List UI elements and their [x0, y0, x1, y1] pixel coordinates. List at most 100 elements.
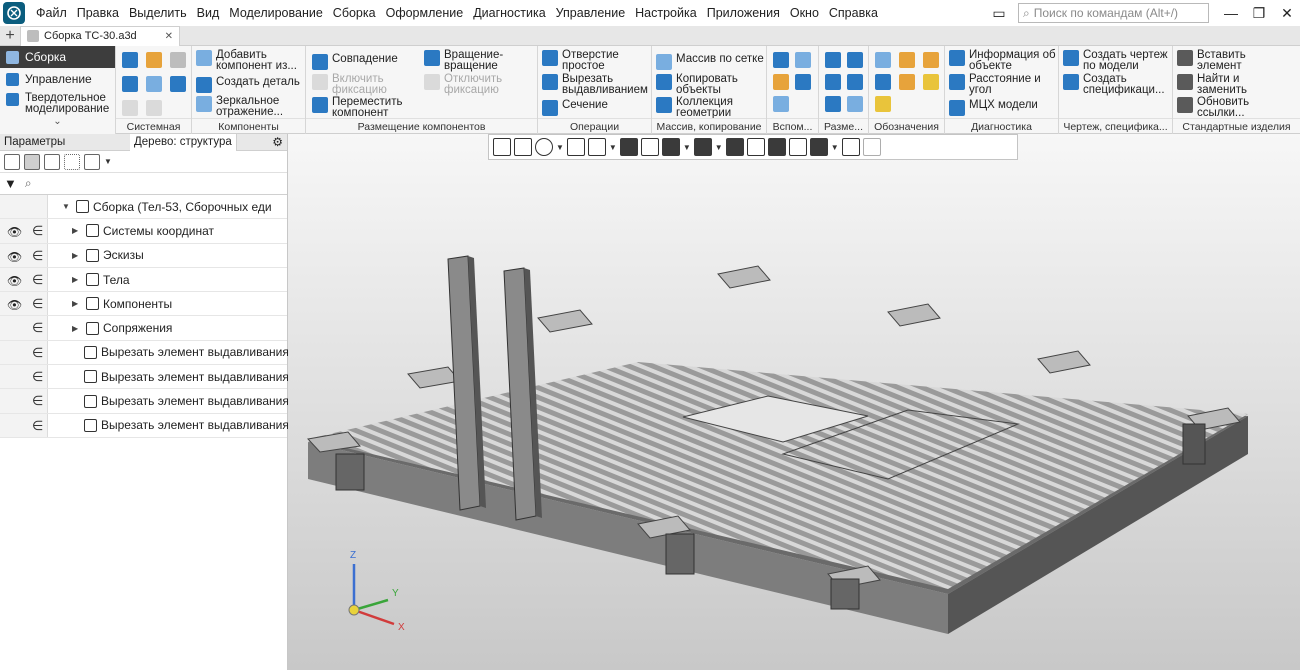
tree-node[interactable]: ▶ Тела	[72, 273, 130, 287]
expand-arrow-icon[interactable]: ▶	[72, 324, 82, 333]
filter-icon[interactable]: ▼	[4, 176, 17, 191]
position-icon[interactable]	[923, 74, 939, 90]
cut-extrude-button[interactable]: Вырезать выдавливанием	[542, 73, 652, 96]
mirror-button[interactable]: Зеркальное отражение...	[196, 95, 304, 118]
menu-item[interactable]: Приложения	[702, 6, 785, 20]
tree-row[interactable]: ∈ Вырезать элемент выдавливания 2	[0, 365, 299, 390]
include-icon[interactable]: ∈	[32, 393, 43, 409]
base-icon[interactable]	[923, 52, 939, 68]
leader-icon[interactable]	[899, 52, 915, 68]
object-info-button[interactable]: Информация об объекте	[949, 49, 1061, 72]
new-tab-button[interactable]: +	[0, 27, 20, 45]
tree-row[interactable]: 👁 ∈ ▶ Системы координат	[0, 219, 287, 244]
include-icon[interactable]: ∈	[32, 248, 43, 264]
diameter-dim-icon[interactable]	[847, 74, 863, 90]
include-icon[interactable]: ∈	[32, 223, 43, 239]
components-view-icon[interactable]	[44, 153, 60, 170]
menu-item[interactable]: Файл	[31, 6, 72, 20]
include-icon[interactable]: ∈	[32, 320, 43, 336]
expand-arrow-icon[interactable]: ▶	[72, 275, 82, 284]
tree-node[interactable]: Вырезать элемент выдавливания 4	[84, 418, 299, 432]
aux-plane-icon[interactable]	[773, 52, 789, 68]
tree-node[interactable]: Вырезать элемент выдавливания 2	[84, 370, 299, 384]
tree-root-row[interactable]: ▼ Сборка (Тел-53, Сборочных еди	[0, 195, 287, 220]
tree-node[interactable]: ▶ Эскизы	[72, 248, 144, 262]
restore-button[interactable]: ❐	[1248, 2, 1270, 24]
select-view-icon[interactable]	[64, 153, 80, 170]
panel-toggle-icon[interactable]: ▭	[988, 2, 1010, 24]
tree-row[interactable]: ∈ ▶ Сопряжения	[0, 316, 287, 341]
angular-dim-icon[interactable]	[847, 52, 863, 68]
visibility-eye-icon[interactable]: 👁	[7, 250, 22, 264]
tab-tree-structure[interactable]: Дерево: структура	[130, 133, 237, 151]
tree-row[interactable]: ∈ Вырезать элемент выдавливания 1	[0, 340, 299, 366]
grid-array-button[interactable]: Массив по сетке	[656, 53, 764, 70]
move-component-button[interactable]: Переместить компонент	[312, 96, 412, 119]
insert-element-button[interactable]: Вставить элемент	[1177, 49, 1257, 72]
menu-item[interactable]: Моделирование	[224, 6, 328, 20]
copy-icon[interactable]	[146, 76, 162, 92]
copy-objects-button[interactable]: Копировать объекты	[656, 73, 746, 96]
close-tab-icon[interactable]: ✕	[165, 31, 173, 42]
add-component-button[interactable]: Добавить компонент из...	[196, 49, 304, 72]
tree-row[interactable]: 👁 ∈ ▶ Эскизы	[0, 243, 287, 268]
linear-dim-icon[interactable]	[825, 52, 841, 68]
tree-node[interactable]: ▼ Сборка (Тел-53, Сборочных еди	[62, 200, 272, 214]
hierarchy-icon[interactable]	[84, 153, 100, 170]
collapse-arrow-icon[interactable]: ▼	[62, 202, 72, 211]
document-tab[interactable]: Сборка ТС-30.a3d ✕	[20, 25, 180, 46]
search-icon[interactable]: ⌕	[25, 176, 32, 191]
expand-arrow-icon[interactable]: ▶	[72, 226, 82, 235]
tree-node[interactable]: Вырезать элемент выдавливания 1	[84, 345, 299, 359]
update-links-button[interactable]: Обновить ссылки...	[1177, 96, 1257, 119]
distance-angle-button[interactable]: Расстояние и угол	[949, 73, 1049, 96]
menu-item[interactable]: Окно	[785, 6, 824, 20]
create-spec-button[interactable]: Создать спецификаци...	[1063, 73, 1169, 96]
rotate-rotate-button[interactable]: Вращение-вращение	[424, 49, 524, 72]
mode-assembly[interactable]: Сборка	[0, 46, 115, 68]
include-icon[interactable]: ∈	[32, 296, 43, 312]
tree-node[interactable]: ▶ Компоненты	[72, 297, 172, 311]
create-drawing-button[interactable]: Создать чертеж по модели	[1063, 49, 1169, 72]
undo-icon[interactable]	[122, 100, 138, 116]
expand-arrow-icon[interactable]: ▶	[72, 251, 82, 260]
save-all-icon[interactable]	[170, 76, 186, 92]
tree-row[interactable]: 👁 ∈ ▶ Тела	[0, 267, 287, 293]
mark-icon[interactable]	[899, 74, 915, 90]
create-part-button[interactable]: Создать деталь	[196, 76, 300, 93]
visibility-eye-icon[interactable]: 👁	[7, 225, 22, 239]
mode-management[interactable]: Управление	[0, 68, 115, 90]
command-search-input[interactable]: ⌕ Поиск по командам (Alt+/)	[1018, 3, 1209, 23]
tree-node[interactable]: Вырезать элемент выдавливания 3	[84, 394, 299, 408]
expand-modes-icon[interactable]: ⌄	[0, 116, 115, 127]
3d-viewport[interactable]: ▼ ▼ ▼ ▼ ▼ Z Y X	[288, 134, 1300, 670]
gear-icon[interactable]: ⚙	[272, 135, 283, 149]
arc-dim-icon[interactable]	[825, 96, 841, 112]
include-icon[interactable]: ∈	[32, 369, 43, 385]
auto-dim-icon[interactable]	[847, 96, 863, 112]
save-icon[interactable]	[170, 52, 186, 68]
minimize-button[interactable]: —	[1220, 2, 1242, 24]
tree-row[interactable]: ∈ Вырезать элемент выдавливания 4	[0, 413, 299, 438]
roughness-icon[interactable]	[875, 52, 891, 68]
tolerance-icon[interactable]	[875, 74, 891, 90]
structure-view-icon[interactable]	[24, 153, 40, 170]
menu-item[interactable]: Вид	[192, 6, 225, 20]
tree-row[interactable]: ∈ Вырезать элемент выдавливания 3	[0, 389, 299, 414]
menu-item[interactable]: Оформление	[381, 6, 469, 20]
redo-icon[interactable]	[146, 100, 162, 116]
include-icon[interactable]: ∈	[32, 345, 43, 361]
menu-item[interactable]: Управление	[551, 6, 631, 20]
print-icon[interactable]	[122, 76, 138, 92]
mass-properties-button[interactable]: МЦХ модели	[949, 99, 1038, 116]
visibility-eye-icon[interactable]: 👁	[7, 274, 22, 288]
menu-item[interactable]: Справка	[824, 6, 883, 20]
tree-node[interactable]: ▶ Сопряжения	[72, 321, 172, 335]
section-button[interactable]: Сечение	[542, 99, 608, 116]
hole-button[interactable]: Отверстие простое	[542, 49, 638, 72]
menu-item[interactable]: Правка	[72, 6, 124, 20]
aux-lcs-icon[interactable]	[795, 74, 811, 90]
disable-fix-button[interactable]: Отключить фиксацию	[424, 73, 514, 96]
find-replace-button[interactable]: Найти и заменить	[1177, 73, 1257, 96]
new-file-icon[interactable]	[122, 52, 138, 68]
